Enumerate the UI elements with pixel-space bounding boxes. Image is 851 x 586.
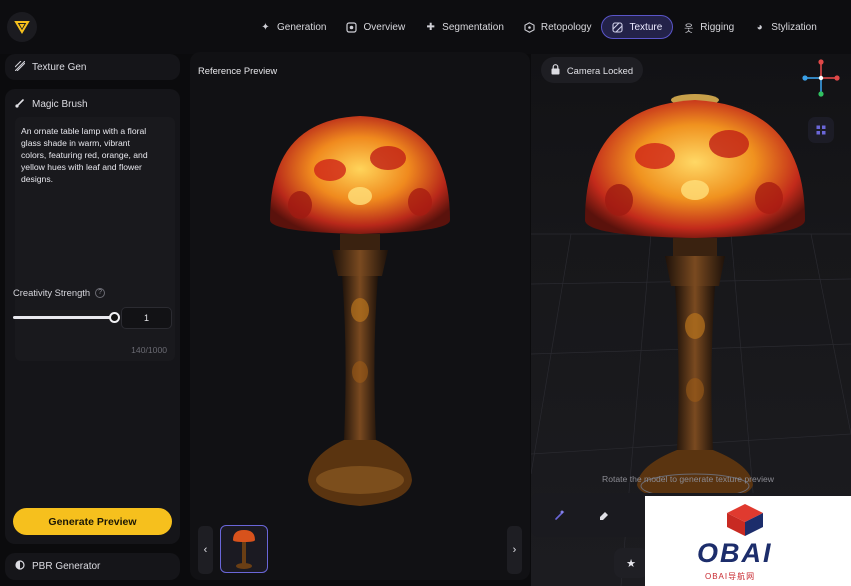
favorite-button[interactable]: ★ (614, 548, 648, 578)
palette-icon: ◕ (756, 21, 763, 33)
tab-label: Segmentation (442, 21, 504, 33)
star-icon: ★ (626, 557, 636, 570)
tab-label: Rigging (700, 21, 735, 33)
prev-image-button[interactable]: ‹ (198, 526, 213, 574)
tab-label: Overview (363, 21, 406, 33)
texture-gen-label: Texture Gen (32, 61, 87, 73)
reference-lamp-image (270, 116, 450, 506)
cube-logo-icon (727, 504, 763, 536)
watermark-text: OBAI (697, 538, 773, 568)
tab-label: Stylization (771, 21, 817, 33)
creativity-label-text: Creativity Strength (13, 287, 91, 298)
watermark-logo: OBAI OBAI导航网 (645, 496, 851, 586)
magic-wand-icon (555, 510, 565, 520)
texture-gen-header[interactable]: Texture Gen (5, 54, 180, 80)
magic-wand-tool[interactable] (551, 506, 569, 524)
tab-generation[interactable]: ✦ Generation (250, 15, 336, 39)
tab-label: Retopology (540, 21, 592, 33)
help-icon[interactable]: ? (95, 287, 106, 298)
lock-icon (551, 63, 560, 77)
reference-preview-title: Reference Preview (198, 65, 278, 76)
textured-lamp-model (585, 94, 805, 500)
reference-preview-panel: Reference Preview ‹ › (190, 52, 530, 580)
next-image-button[interactable]: › (507, 526, 522, 574)
tab-retopology[interactable]: Retopology (514, 15, 602, 39)
creativity-slider[interactable] (13, 312, 120, 323)
brush-icon (15, 98, 25, 111)
tab-overview[interactable]: Overview (336, 15, 415, 39)
watermark-subtext: OBAI导航网 (705, 572, 756, 581)
pbr-generator-label: PBR Generator (32, 561, 101, 572)
magic-brush-panel: Magic Brush An ornate table lamp with a … (5, 89, 180, 544)
puzzle-icon: ✚ (426, 21, 435, 33)
eraser-tool[interactable] (595, 506, 613, 524)
prompt-text: An ornate table lamp with a floral glass… (21, 126, 148, 184)
tab-label: Generation (277, 21, 327, 33)
view-options-button[interactable] (808, 117, 834, 143)
eraser-icon (600, 512, 608, 520)
top-nav-bar: ✦ Generation Overview ✚ Segmentation Ret… (0, 0, 851, 54)
app-logo[interactable] (7, 12, 37, 42)
magic-brush-header[interactable]: Magic Brush (15, 98, 88, 111)
slider-thumb[interactable] (109, 312, 120, 323)
tab-segmentation[interactable]: ✚ Segmentation (415, 15, 514, 39)
pbr-generator-header[interactable]: PBR Generator (5, 553, 180, 580)
camera-locked-label: Camera Locked (566, 64, 634, 76)
tab-stylization[interactable]: ◕ Stylization (744, 15, 827, 39)
tab-texture[interactable]: Texture (601, 15, 674, 39)
thumbnail-lamp-image (233, 530, 255, 569)
creativity-value-input[interactable]: 1 (121, 307, 172, 329)
rotate-hint-text: Rotate the model to generate texture pre… (602, 474, 774, 484)
tab-rigging[interactable]: 웃 Rigging (673, 15, 744, 39)
camera-locked-button[interactable]: Camera Locked (541, 57, 643, 83)
half-circle-icon (15, 560, 25, 573)
generate-preview-button[interactable]: Generate Preview (13, 508, 172, 535)
magic-brush-label: Magic Brush (32, 99, 88, 110)
creativity-strength-label: Creativity Strength ? (13, 287, 106, 298)
mesh-icon (524, 21, 535, 33)
target-icon (346, 21, 358, 33)
grid-icon (816, 125, 826, 135)
reference-thumbnail[interactable] (220, 525, 268, 573)
workflow-tabs: ✦ Generation Overview ✚ Segmentation Ret… (250, 15, 827, 39)
sparkle-icon: ✦ (261, 21, 270, 33)
figure-icon: 웃 (684, 23, 694, 35)
char-count: 140/1000 (131, 345, 167, 355)
texture-icon (612, 21, 624, 33)
hatch-icon (14, 60, 26, 74)
tab-label: Texture (629, 21, 663, 33)
axis-gizmo-icon[interactable] (801, 58, 841, 98)
